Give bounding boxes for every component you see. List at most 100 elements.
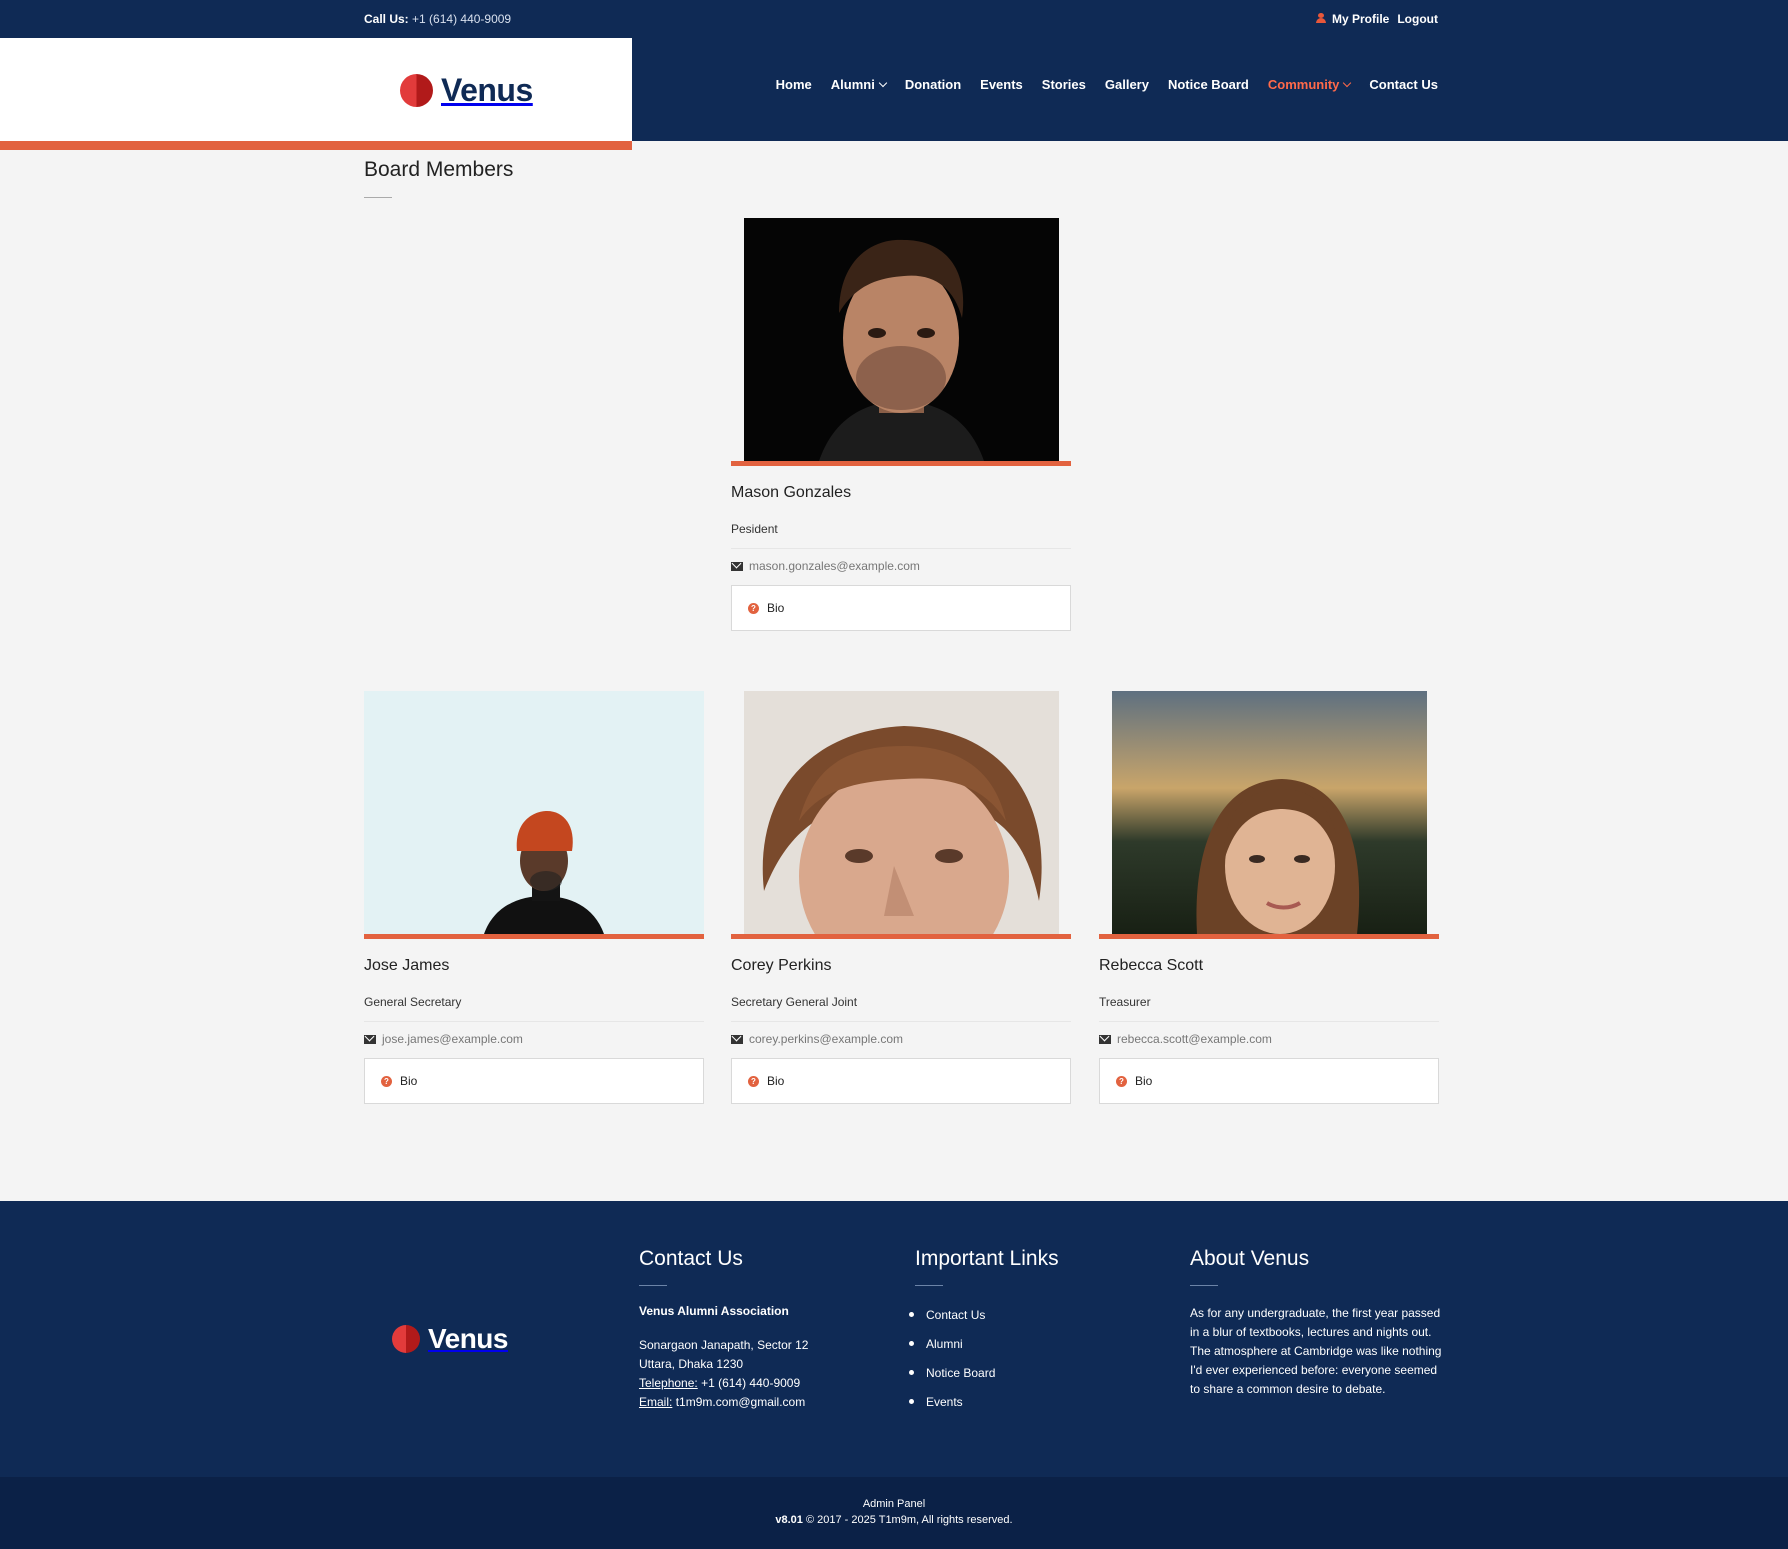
logout-link[interactable]: Logout bbox=[1397, 12, 1438, 26]
question-circle-icon: ? bbox=[748, 602, 759, 614]
bio-label: Bio bbox=[767, 1074, 785, 1088]
important-links-list: Contact Us Alumni Notice Board Events bbox=[915, 1300, 1059, 1416]
footer-logo[interactable]: Venus bbox=[392, 1323, 508, 1355]
footer-about-heading: About Venus bbox=[1190, 1247, 1310, 1270]
divider bbox=[915, 1285, 943, 1286]
member-card: Rebecca Scott Treasurer rebecca.scott@ex… bbox=[1099, 691, 1439, 1104]
footer-contact: Contact Us Venus Alumni Association Sona… bbox=[639, 1247, 808, 1412]
member-role: Treasurer bbox=[1099, 995, 1151, 1009]
footer-link-contact-us[interactable]: Contact Us bbox=[915, 1300, 1059, 1329]
member-email: rebecca.scott@example.com bbox=[1099, 1032, 1439, 1046]
logo-panel: Venus bbox=[0, 38, 632, 141]
footer-brand-name: Venus bbox=[428, 1323, 508, 1354]
footer-links: Important Links Contact Us Alumni Notice… bbox=[915, 1247, 1059, 1416]
bio-button[interactable]: ? Bio bbox=[731, 585, 1071, 631]
account-links: My Profile Logout bbox=[1315, 12, 1438, 26]
footer-link-alumni[interactable]: Alumni bbox=[915, 1329, 1059, 1358]
bio-button[interactable]: ? Bio bbox=[731, 1058, 1071, 1104]
nav-donation[interactable]: Donation bbox=[905, 77, 961, 92]
divider bbox=[1190, 1285, 1218, 1286]
nav-events[interactable]: Events bbox=[980, 77, 1023, 92]
envelope-icon bbox=[731, 561, 743, 571]
footer-about: About Venus As for any undergraduate, th… bbox=[1190, 1247, 1445, 1399]
email-value: t1m9m.com@gmail.com bbox=[675, 1395, 806, 1409]
divider bbox=[1099, 1021, 1439, 1022]
bio-label: Bio bbox=[400, 1074, 418, 1088]
nav-home[interactable]: Home bbox=[776, 77, 812, 92]
photo-accent-stripe bbox=[364, 934, 704, 939]
bio-button[interactable]: ? Bio bbox=[1099, 1058, 1439, 1104]
version: v8.01 bbox=[775, 1514, 803, 1526]
divider bbox=[731, 1021, 1071, 1022]
chevron-down-icon bbox=[1343, 78, 1352, 88]
bio-label: Bio bbox=[1135, 1074, 1153, 1088]
question-circle-icon: ? bbox=[748, 1075, 759, 1087]
footer-link-events[interactable]: Events bbox=[915, 1387, 1059, 1416]
member-role: Pesident bbox=[731, 522, 778, 536]
nav-community[interactable]: Community bbox=[1268, 77, 1352, 92]
nav-gallery[interactable]: Gallery bbox=[1105, 77, 1149, 92]
member-role: Secretary General Joint bbox=[731, 995, 858, 1009]
telephone: Telephone: +1 (614) 440-9009 bbox=[639, 1374, 808, 1393]
footer-link-notice-board[interactable]: Notice Board bbox=[915, 1358, 1059, 1387]
portrait-image bbox=[743, 691, 1059, 934]
contact-details: Sonargaon Janapath, Sector 12 Uttara, Dh… bbox=[639, 1336, 808, 1412]
member-email: jose.james@example.com bbox=[364, 1032, 704, 1046]
my-profile-link[interactable]: My Profile bbox=[1315, 12, 1389, 26]
email: Email: t1m9m.com@gmail.com bbox=[639, 1393, 808, 1412]
photo-accent-stripe bbox=[1099, 934, 1439, 939]
member-photo bbox=[743, 218, 1059, 461]
member-photo bbox=[1111, 691, 1427, 934]
site-logo[interactable]: Venus bbox=[400, 72, 533, 109]
member-email-text: jose.james@example.com bbox=[382, 1032, 523, 1046]
member-name: Jose James bbox=[364, 957, 450, 974]
call-us-number: +1 (614) 440-9009 bbox=[412, 12, 512, 26]
divider bbox=[639, 1285, 667, 1286]
envelope-icon bbox=[731, 1034, 743, 1044]
member-email-text: corey.perkins@example.com bbox=[749, 1032, 904, 1046]
divider bbox=[364, 1021, 704, 1022]
member-role: General Secretary bbox=[364, 995, 462, 1009]
nav-alumni[interactable]: Alumni bbox=[831, 77, 888, 92]
brand-name: Venus bbox=[441, 72, 533, 108]
question-circle-icon: ? bbox=[1116, 1075, 1127, 1087]
call-us: Call Us: +1 (614) 440-9009 bbox=[364, 12, 511, 26]
call-us-label: Call Us: bbox=[364, 12, 409, 26]
photo-accent-stripe bbox=[731, 934, 1071, 939]
nav-stories[interactable]: Stories bbox=[1042, 77, 1086, 92]
telephone-value: +1 (614) 440-9009 bbox=[701, 1376, 801, 1390]
user-icon bbox=[1315, 13, 1326, 23]
portrait-image bbox=[1111, 691, 1427, 934]
copyright-bar: Admin Panel v8.01 © 2017 - 2025 T1m9m, A… bbox=[0, 1477, 1788, 1549]
venus-logo-icon bbox=[392, 1325, 420, 1353]
envelope-icon bbox=[1099, 1034, 1111, 1044]
top-bar: Call Us: +1 (614) 440-9009 My Profile Lo… bbox=[0, 0, 1788, 38]
envelope-icon bbox=[364, 1034, 376, 1044]
member-email: mason.gonzales@example.com bbox=[731, 559, 1071, 573]
portrait-image bbox=[364, 691, 704, 934]
photo-accent-stripe bbox=[731, 461, 1071, 466]
member-photo bbox=[743, 691, 1059, 934]
copyright: v8.01 © 2017 - 2025 T1m9m, All rights re… bbox=[0, 1514, 1788, 1526]
admin-panel-link[interactable]: Admin Panel bbox=[0, 1498, 1788, 1510]
page-title: Board Members bbox=[364, 158, 514, 181]
chevron-down-icon bbox=[878, 78, 888, 88]
portrait-image bbox=[743, 218, 1059, 461]
title-divider bbox=[364, 197, 392, 198]
site-footer: Venus Contact Us Venus Alumni Associatio… bbox=[0, 1201, 1788, 1477]
nav-contact-us[interactable]: Contact Us bbox=[1369, 77, 1438, 92]
copyright-text: © 2017 - 2025 T1m9m, All rights reserved… bbox=[805, 1514, 1013, 1526]
header-accent-stripe bbox=[0, 141, 632, 150]
footer-links-heading: Important Links bbox=[915, 1247, 1059, 1270]
divider bbox=[731, 548, 1071, 549]
nav-notice-board[interactable]: Notice Board bbox=[1168, 77, 1249, 92]
main-nav: Home Alumni Donation Events Stories Gall… bbox=[776, 77, 1438, 92]
member-card: Mason Gonzales Pesident mason.gonzales@e… bbox=[731, 218, 1071, 631]
member-name: Mason Gonzales bbox=[731, 484, 852, 501]
email-label: Email: bbox=[639, 1395, 673, 1409]
address-line-2: Uttara, Dhaka 1230 bbox=[639, 1357, 744, 1371]
venus-logo-icon bbox=[400, 74, 433, 107]
question-circle-icon: ? bbox=[381, 1075, 392, 1087]
bio-button[interactable]: ? Bio bbox=[364, 1058, 704, 1104]
address-line-1: Sonargaon Janapath, Sector 12 bbox=[639, 1338, 809, 1352]
